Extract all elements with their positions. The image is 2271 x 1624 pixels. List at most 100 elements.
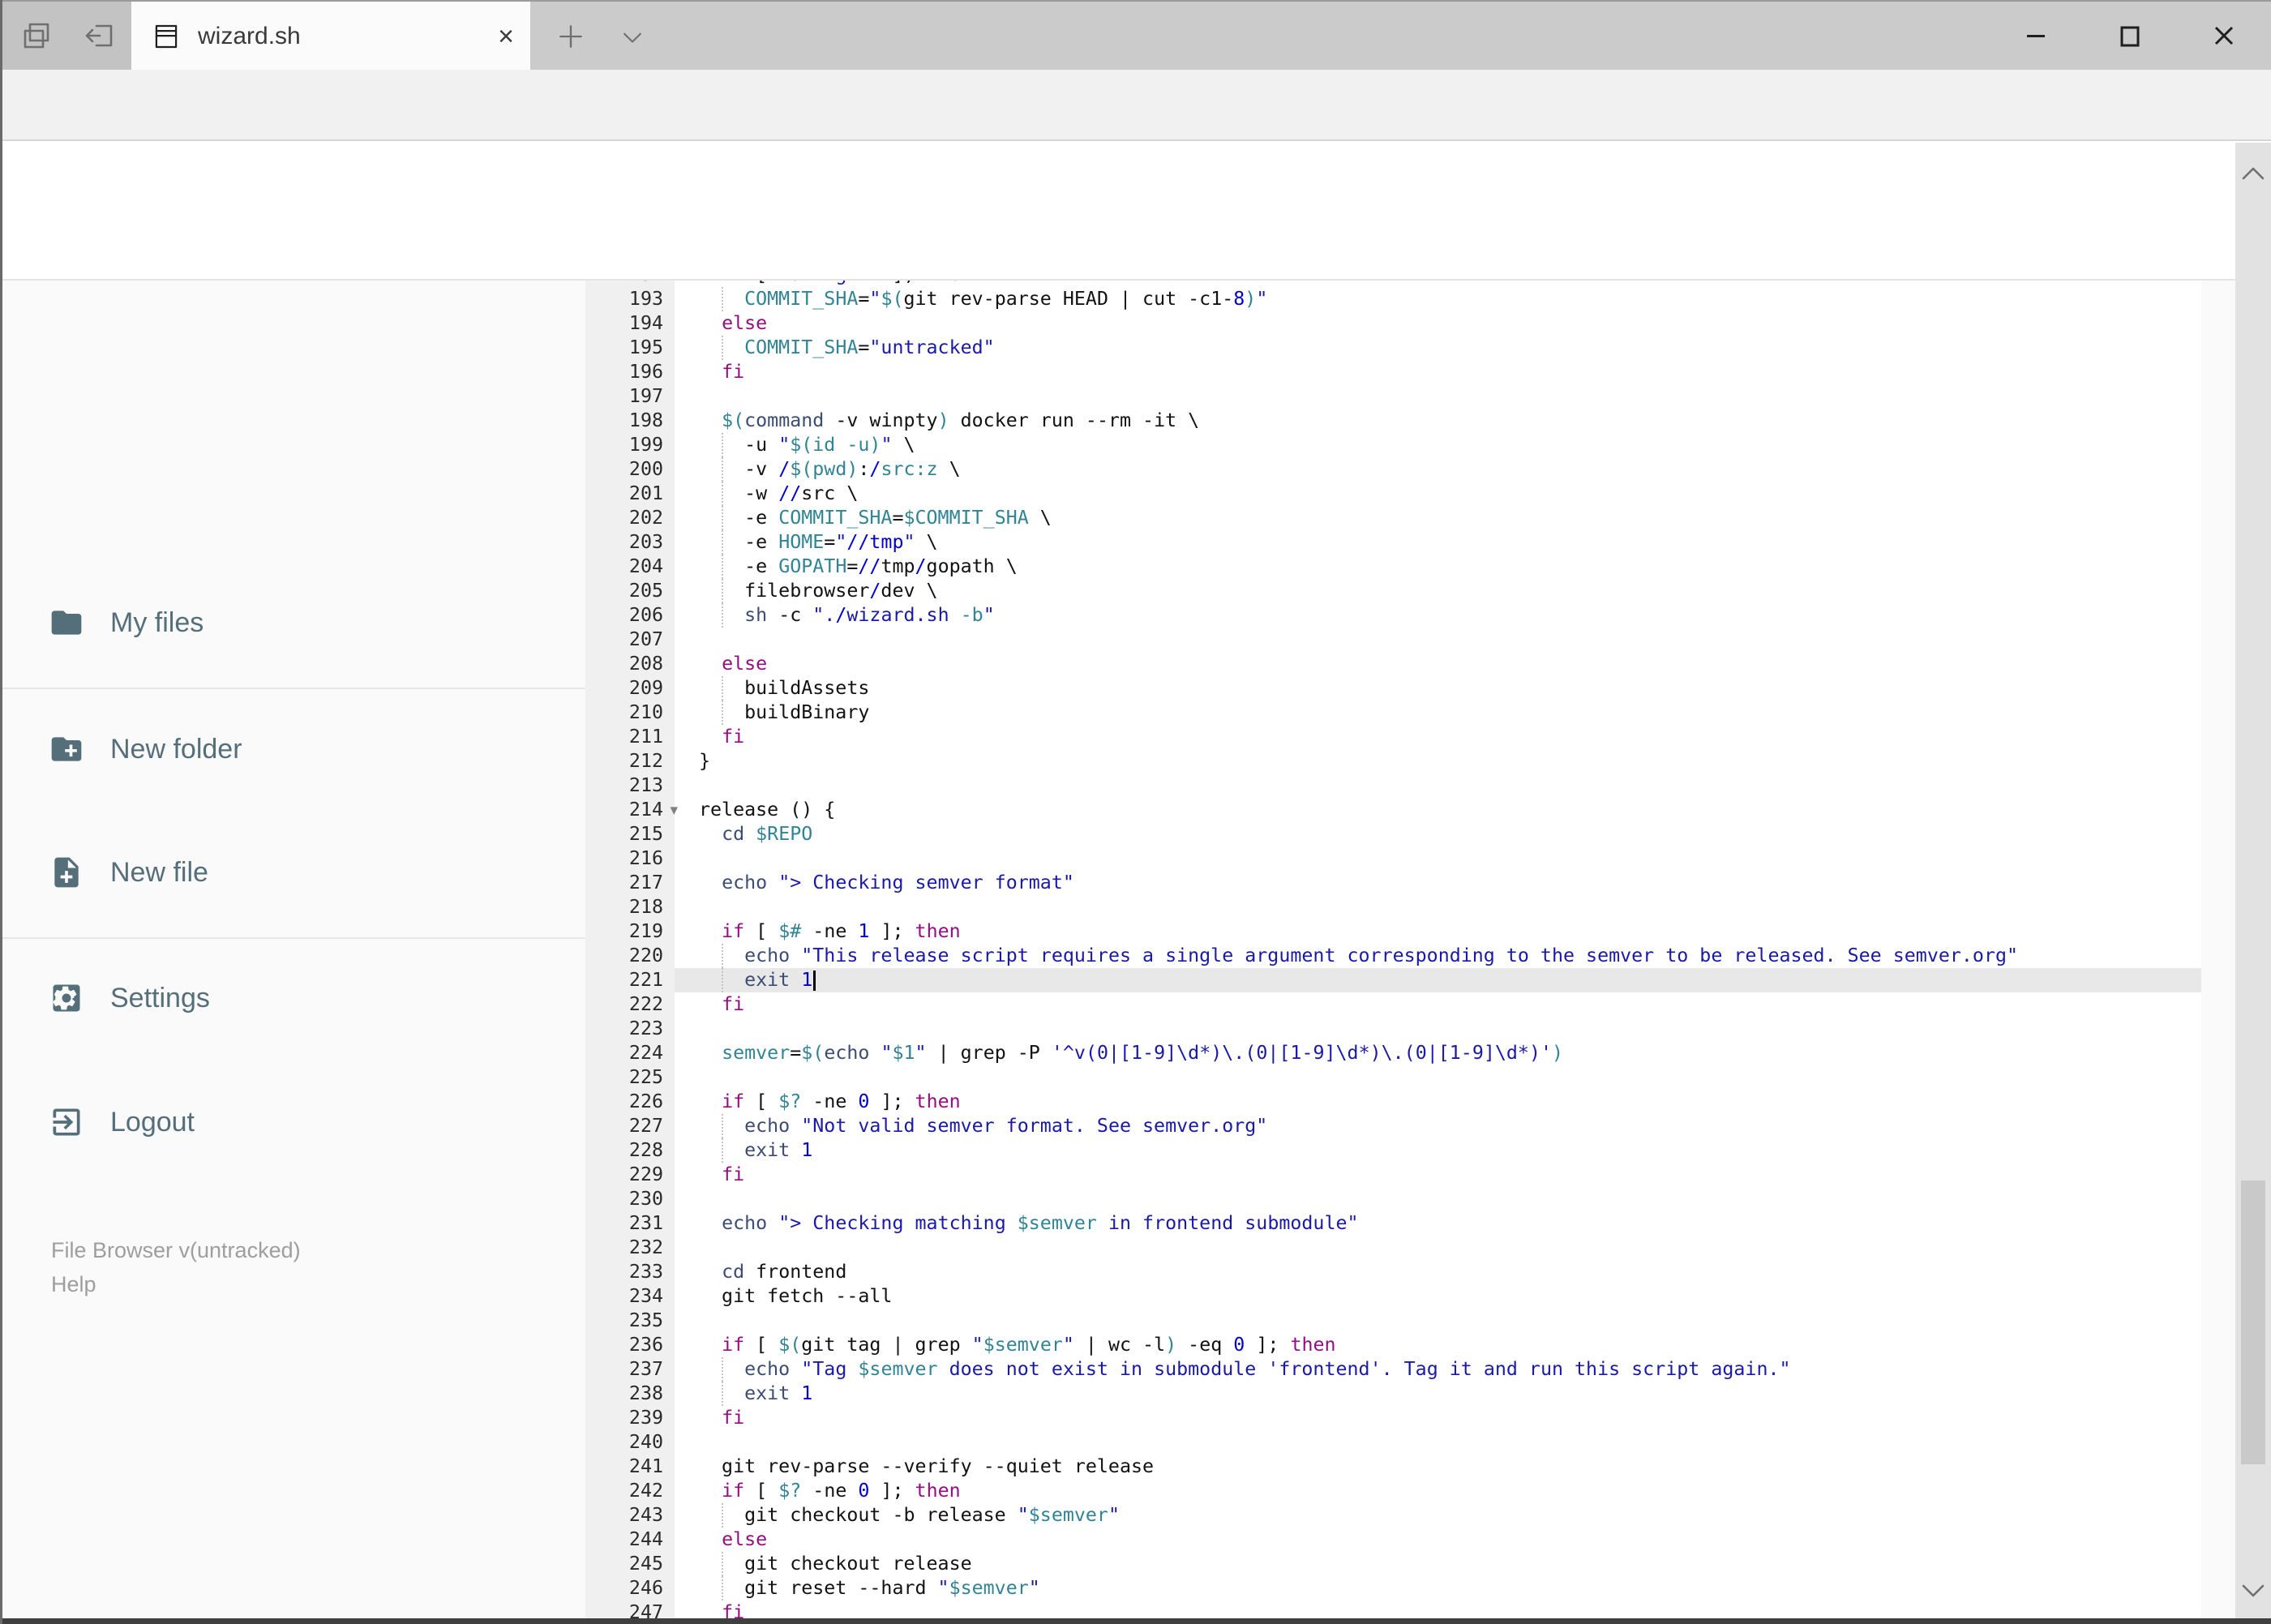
- code-text[interactable]: -v /$(pwd):/src:z \: [675, 457, 2201, 482]
- tab-preview-button[interactable]: [14, 13, 59, 58]
- line-number[interactable]: 210: [585, 701, 675, 725]
- code-line[interactable]: 220 echo "This release script requires a…: [585, 944, 2201, 968]
- code-line[interactable]: 199 -u "$(id -u)" \: [585, 433, 2201, 457]
- code-text[interactable]: fi: [675, 992, 2201, 1017]
- code-line[interactable]: 209 buildAssets: [585, 676, 2201, 701]
- code-text[interactable]: if [ $(git tag | grep "$semver" | wc -l)…: [675, 1333, 2201, 1357]
- code-line[interactable]: 194 else: [585, 311, 2201, 336]
- code-text[interactable]: if [ $# -ne 1 ]; then: [675, 919, 2201, 944]
- code-text[interactable]: fi: [675, 360, 2201, 384]
- line-number[interactable]: 235: [585, 1309, 675, 1333]
- line-number[interactable]: 213: [585, 773, 675, 798]
- code-text[interactable]: [675, 384, 2201, 409]
- code-text[interactable]: fi: [675, 1163, 2201, 1187]
- line-number[interactable]: 242: [585, 1479, 675, 1503]
- code-text[interactable]: semver=$(echo "$1" | grep -P '^v(0|[1-9]…: [675, 1041, 2201, 1065]
- code-line[interactable]: 225: [585, 1065, 2201, 1090]
- minimize-button[interactable]: [2010, 11, 2062, 60]
- code-text[interactable]: -e COMMIT_SHA=$COMMIT_SHA \: [675, 506, 2201, 530]
- code-text[interactable]: buildAssets: [675, 676, 2201, 701]
- code-text[interactable]: [675, 773, 2201, 798]
- help-link[interactable]: Help: [51, 1268, 301, 1300]
- line-number[interactable]: 205: [585, 579, 675, 603]
- code-line[interactable]: 216: [585, 846, 2201, 871]
- code-text[interactable]: if [ $? -ne 0 ]; then: [675, 1090, 2201, 1114]
- code-text[interactable]: release () {: [675, 798, 2201, 822]
- line-number[interactable]: 222: [585, 992, 675, 1017]
- code-line[interactable]: 219 if [ $# -ne 1 ]; then: [585, 919, 2201, 944]
- code-text[interactable]: sh -c "./wizard.sh -b": [675, 603, 2201, 628]
- code-line[interactable]: 218: [585, 895, 2201, 919]
- code-text[interactable]: cd $REPO: [675, 822, 2201, 846]
- code-line[interactable]: 210 buildBinary: [585, 701, 2201, 725]
- line-number[interactable]: 196: [585, 360, 675, 384]
- line-number[interactable]: 219: [585, 919, 675, 944]
- line-number[interactable]: 194: [585, 311, 675, 336]
- line-number[interactable]: 199: [585, 433, 675, 457]
- code-line[interactable]: 229 fi: [585, 1163, 2201, 1187]
- code-text[interactable]: exit 1: [675, 1382, 2201, 1406]
- line-number[interactable]: 211: [585, 725, 675, 749]
- scroll-up-icon[interactable]: [2235, 157, 2271, 190]
- code-line[interactable]: 204 -e GOPATH=//tmp/gopath \: [585, 555, 2201, 579]
- code-line[interactable]: 246 git reset --hard "$semver": [585, 1576, 2201, 1600]
- code-line[interactable]: 215 cd $REPO: [585, 822, 2201, 846]
- line-number[interactable]: 244: [585, 1528, 675, 1552]
- scroll-down-icon[interactable]: [2235, 1575, 2271, 1607]
- code-line[interactable]: 234 git fetch --all: [585, 1284, 2201, 1309]
- code-line[interactable]: 198 $(command -v winpty) docker run --rm…: [585, 409, 2201, 433]
- code-text[interactable]: [675, 1187, 2201, 1211]
- code-line[interactable]: 217 echo "> Checking semver format": [585, 871, 2201, 895]
- sidebar-item-logout[interactable]: Logout: [2, 1090, 585, 1155]
- code-text[interactable]: -e GOPATH=//tmp/gopath \: [675, 555, 2201, 579]
- code-line[interactable]: 243 git checkout -b release "$semver": [585, 1503, 2201, 1528]
- line-number[interactable]: 218: [585, 895, 675, 919]
- code-text[interactable]: -w //src \: [675, 482, 2201, 506]
- line-number[interactable]: 241: [585, 1455, 675, 1479]
- line-number[interactable]: 197: [585, 384, 675, 409]
- code-text[interactable]: echo "This release script requires a sin…: [675, 944, 2201, 968]
- line-number[interactable]: 207: [585, 628, 675, 652]
- sidebar-item-settings[interactable]: Settings: [2, 966, 585, 1031]
- code-text[interactable]: [675, 1017, 2201, 1041]
- line-number[interactable]: 230: [585, 1187, 675, 1211]
- line-number[interactable]: 237: [585, 1357, 675, 1382]
- line-number[interactable]: 217: [585, 871, 675, 895]
- code-text[interactable]: git checkout release: [675, 1552, 2201, 1576]
- code-text[interactable]: echo "Not valid semver format. See semve…: [675, 1114, 2201, 1138]
- code-line[interactable]: 221 exit 1: [585, 968, 2201, 992]
- code-text[interactable]: exit 1: [675, 1138, 2201, 1163]
- code-text[interactable]: if [ $? -ne 0 ]; then: [675, 1479, 2201, 1503]
- code-line[interactable]: 230: [585, 1187, 2201, 1211]
- code-text[interactable]: -u "$(id -u)" \: [675, 433, 2201, 457]
- code-text[interactable]: git reset --hard "$semver": [675, 1576, 2201, 1600]
- code-text[interactable]: [675, 1236, 2201, 1260]
- line-number[interactable]: 192: [585, 281, 675, 287]
- code-line[interactable]: 202 -e COMMIT_SHA=$COMMIT_SHA \: [585, 506, 2201, 530]
- code-text[interactable]: echo "> Checking semver format": [675, 871, 2201, 895]
- code-line[interactable]: 232: [585, 1236, 2201, 1260]
- line-number[interactable]: 203: [585, 530, 675, 555]
- code-text[interactable]: echo "Tag $semver does not exist in subm…: [675, 1357, 2201, 1382]
- code-line[interactable]: 208 else: [585, 652, 2201, 676]
- code-text[interactable]: [675, 895, 2201, 919]
- line-number[interactable]: 223: [585, 1017, 675, 1041]
- line-number[interactable]: 220: [585, 944, 675, 968]
- line-number[interactable]: 225: [585, 1065, 675, 1090]
- code-text[interactable]: [675, 628, 2201, 652]
- code-line[interactable]: 193 COMMIT_SHA="$(git rev-parse HEAD | c…: [585, 287, 2201, 311]
- code-text[interactable]: if [ -d ".git" ]; then: [675, 281, 2201, 287]
- code-line[interactable]: 239 fi: [585, 1406, 2201, 1430]
- code-line[interactable]: 223: [585, 1017, 2201, 1041]
- line-number[interactable]: 200: [585, 457, 675, 482]
- line-number[interactable]: 228: [585, 1138, 675, 1163]
- line-number[interactable]: 239: [585, 1406, 675, 1430]
- line-number[interactable]: 208: [585, 652, 675, 676]
- code-text[interactable]: git fetch --all: [675, 1284, 2201, 1309]
- line-number[interactable]: 202: [585, 506, 675, 530]
- code-text[interactable]: [675, 1065, 2201, 1090]
- code-line[interactable]: 224 semver=$(echo "$1" | grep -P '^v(0|[…: [585, 1041, 2201, 1065]
- code-line[interactable]: 233 cd frontend: [585, 1260, 2201, 1284]
- new-tab-button[interactable]: [548, 14, 593, 59]
- code-text[interactable]: }: [675, 749, 2201, 773]
